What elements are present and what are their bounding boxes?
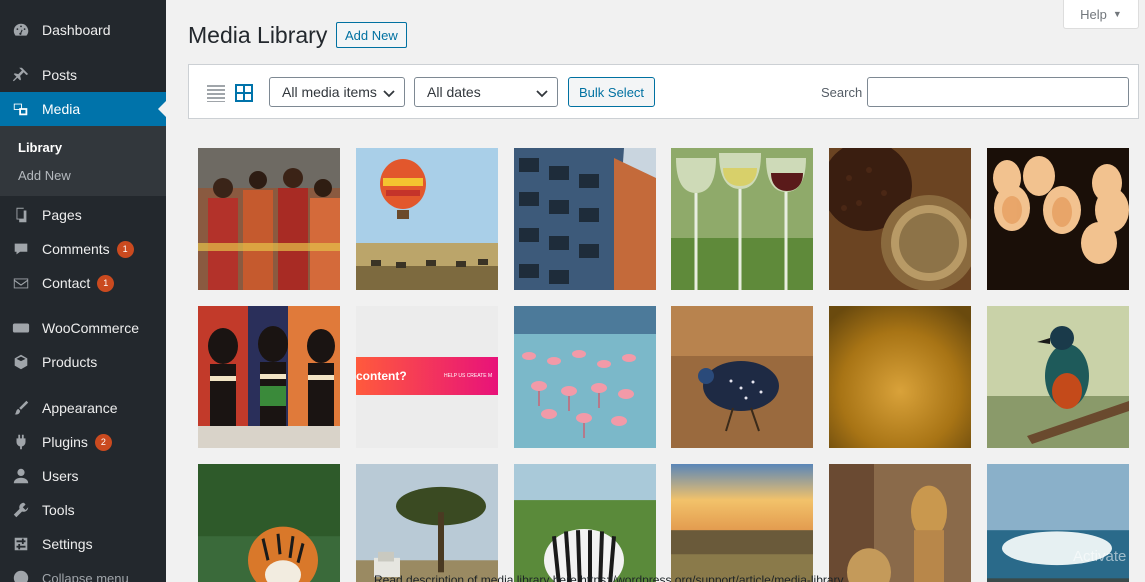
media-icon: [0, 100, 42, 118]
media-thumbnail-flamingos[interactable]: [514, 306, 656, 448]
submenu-library[interactable]: Library: [18, 140, 62, 155]
date-filter-value: All dates: [427, 84, 481, 100]
wrench-icon: [0, 501, 42, 519]
pushpin-icon: [0, 66, 42, 84]
settings-icon: [0, 535, 42, 553]
media-thumbnail-apartment-building[interactable]: [514, 148, 656, 290]
menu-appearance[interactable]: Appearance: [0, 391, 166, 425]
banner-text-primary: content?: [356, 369, 407, 383]
page-title: Media Library: [188, 22, 328, 48]
media-thumbnail-lanterns[interactable]: [987, 148, 1129, 290]
media-thumbnail-savanna-sunset[interactable]: [671, 464, 813, 582]
submenu-add-new[interactable]: Add New: [18, 168, 71, 183]
search-input[interactable]: [867, 77, 1129, 107]
plugins-count-badge: 2: [94, 433, 112, 451]
media-thumbnail-tea-leaves[interactable]: [829, 148, 971, 290]
menu-products[interactable]: Products: [0, 345, 166, 379]
menu-posts-label: Posts: [42, 67, 78, 83]
menu-pages[interactable]: Pages: [0, 198, 166, 232]
activate-watermark: Activate: [1073, 548, 1127, 565]
admin-sidebar: Dashboard Posts Media Library Add New Pa…: [0, 0, 166, 582]
menu-users-label: Users: [42, 468, 79, 484]
user-icon: [0, 467, 42, 485]
menu-tools-label: Tools: [42, 502, 75, 518]
media-submenu: Library Add New: [0, 126, 166, 196]
grid-view-icon[interactable]: [234, 83, 254, 103]
media-toolbar: All media items All dates Bulk Select Se…: [188, 64, 1139, 119]
media-thumbnail-lionesses[interactable]: [829, 464, 971, 582]
help-tab[interactable]: Help ▼: [1063, 0, 1139, 29]
menu-users[interactable]: Users: [0, 459, 166, 493]
plug-icon: [0, 433, 42, 451]
menu-dashboard[interactable]: Dashboard: [0, 13, 166, 47]
collapse-icon: [0, 569, 42, 582]
footer-partial-text: Read description of media library here h…: [374, 573, 844, 582]
media-type-filter[interactable]: All media items: [269, 77, 405, 107]
menu-tools[interactable]: Tools: [0, 493, 166, 527]
menu-media[interactable]: Media: [0, 92, 166, 126]
date-filter[interactable]: All dates: [414, 77, 558, 107]
envelope-icon: [0, 274, 42, 292]
menu-pages-label: Pages: [42, 207, 82, 223]
collapse-menu-button[interactable]: Collapse menu: [0, 561, 166, 582]
media-thumbnail-golden-texture[interactable]: [829, 306, 971, 448]
comment-icon: [0, 240, 42, 258]
menu-appearance-label: Appearance: [42, 400, 118, 416]
collapse-menu-label: Collapse menu: [42, 570, 129, 582]
woocommerce-icon: [0, 319, 42, 337]
media-thumbnail-guinea-fowl[interactable]: [671, 306, 813, 448]
list-view-icon[interactable]: [206, 83, 226, 103]
media-thumbnail-acacia-jeep[interactable]: [356, 464, 498, 582]
media-thumbnail-starling-bird[interactable]: [987, 306, 1129, 448]
menu-woocommerce[interactable]: WooCommerce: [0, 311, 166, 345]
media-thumbnail-hot-air-balloon[interactable]: [356, 148, 498, 290]
menu-media-label: Media: [42, 101, 81, 117]
media-thumbnail-zebras[interactable]: [514, 464, 656, 582]
menu-products-label: Products: [42, 354, 98, 370]
menu-contact-label: Contact: [42, 275, 91, 291]
menu-woocommerce-label: WooCommerce: [42, 320, 139, 336]
menu-plugins-label: Plugins: [42, 434, 88, 450]
pages-icon: [0, 206, 42, 224]
help-label: Help: [1080, 6, 1107, 22]
media-thumbnail-tiger[interactable]: [198, 464, 340, 582]
menu-comments[interactable]: Comments 1: [0, 232, 166, 266]
comments-count-badge: 1: [116, 240, 134, 258]
bulk-select-button[interactable]: Bulk Select: [568, 77, 656, 107]
caret-down-icon: ▼: [1112, 9, 1122, 19]
menu-dashboard-label: Dashboard: [42, 22, 111, 38]
search-label: Search: [821, 85, 863, 100]
menu-plugins[interactable]: Plugins 2: [0, 425, 166, 459]
banner-text-secondary: HELP US CREATE M: [444, 373, 493, 379]
chevron-down-icon: [383, 90, 395, 98]
media-thumbnail-african-dolls[interactable]: [198, 306, 340, 448]
menu-settings-label: Settings: [42, 536, 93, 552]
contact-count-badge: 1: [97, 274, 115, 292]
media-type-filter-value: All media items: [282, 84, 377, 100]
media-thumbnail-maasai-crowd[interactable]: [198, 148, 340, 290]
menu-contact[interactable]: Contact 1: [0, 266, 166, 300]
media-thumbnail-wine-glasses[interactable]: [671, 148, 813, 290]
menu-posts[interactable]: Posts: [0, 58, 166, 92]
dashboard-icon: [0, 21, 42, 39]
menu-comments-label: Comments: [42, 241, 110, 257]
media-thumbnail-banner-graphic[interactable]: content? HELP US CREATE M: [356, 306, 498, 448]
add-new-button[interactable]: Add New: [336, 22, 407, 48]
box-icon: [0, 353, 42, 371]
paintbrush-icon: [0, 399, 42, 417]
chevron-down-icon: [536, 90, 548, 98]
menu-settings[interactable]: Settings: [0, 527, 166, 561]
